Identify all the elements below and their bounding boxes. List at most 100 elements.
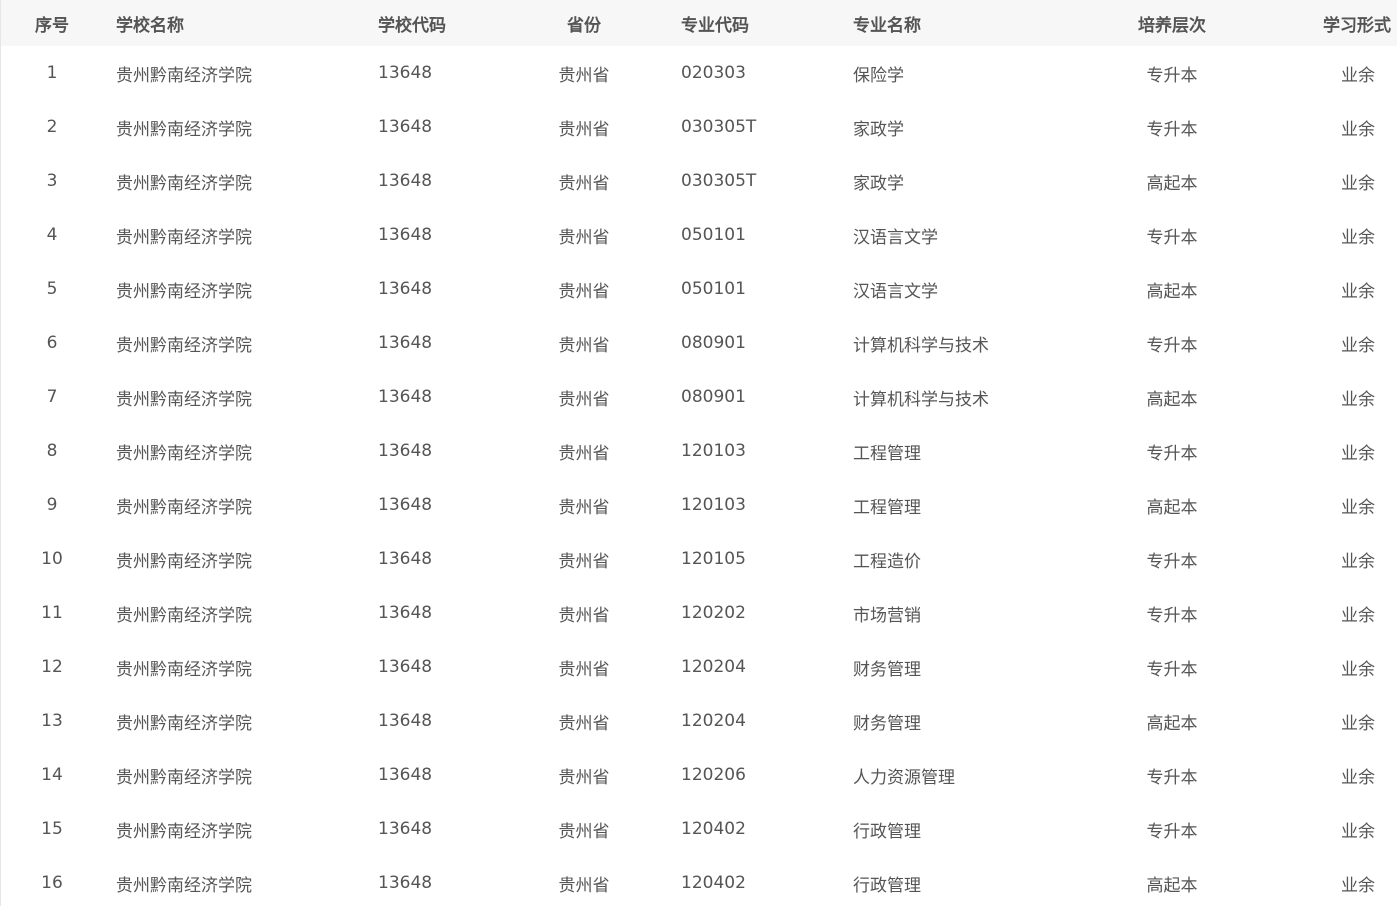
cell-school-name: 贵州黔南经济学院	[116, 821, 252, 842]
cell-major-code: 020303	[681, 63, 746, 83]
cell-index: 13	[41, 711, 63, 731]
cell-level: 专升本	[1146, 551, 1198, 572]
cell-province: 贵州省	[558, 713, 610, 734]
cell-school-code: 13648	[378, 225, 433, 245]
cell-province: 贵州省	[558, 767, 610, 788]
cell-study-mode: 业余	[1341, 875, 1375, 896]
cell-major-name: 行政管理	[853, 821, 921, 842]
cell-major-name: 计算机科学与技术	[853, 389, 989, 410]
cell-school-code: 13648	[378, 711, 433, 731]
header-province: 省份	[567, 15, 601, 36]
cell-major-code: 120402	[681, 873, 746, 893]
table-row: 15 贵州黔南经济学院 13648 贵州省 120402 行政管理 专升本 业余	[0, 802, 1397, 856]
cell-school-code: 13648	[378, 117, 433, 137]
cell-province: 贵州省	[558, 335, 610, 356]
cell-level: 高起本	[1146, 389, 1198, 410]
cell-province: 贵州省	[558, 173, 610, 194]
table-row: 11 贵州黔南经济学院 13648 贵州省 120202 市场营销 专升本 业余	[0, 586, 1397, 640]
cell-major-code: 080901	[681, 333, 746, 353]
cell-level: 专升本	[1146, 443, 1198, 464]
cell-school-name: 贵州黔南经济学院	[116, 659, 252, 680]
cell-study-mode: 业余	[1341, 821, 1375, 842]
cell-index: 9	[46, 495, 58, 515]
cell-province: 贵州省	[558, 119, 610, 140]
table-row: 10 贵州黔南经济学院 13648 贵州省 120105 工程造价 专升本 业余	[0, 532, 1397, 586]
cell-index: 16	[41, 873, 63, 893]
cell-school-code: 13648	[378, 333, 433, 353]
cell-major-code: 080901	[681, 387, 746, 407]
cell-index: 2	[46, 117, 58, 137]
cell-major-code: 120402	[681, 819, 746, 839]
cell-index: 14	[41, 765, 63, 785]
cell-school-code: 13648	[378, 603, 433, 623]
cell-school-name: 贵州黔南经济学院	[116, 767, 252, 788]
cell-study-mode: 业余	[1341, 659, 1375, 680]
cell-index: 1	[46, 63, 58, 83]
cell-province: 贵州省	[558, 281, 610, 302]
cell-major-name: 家政学	[853, 119, 904, 140]
cell-school-code: 13648	[378, 171, 433, 191]
cell-province: 贵州省	[558, 659, 610, 680]
cell-study-mode: 业余	[1341, 335, 1375, 356]
cell-index: 10	[41, 549, 63, 569]
cell-index: 8	[46, 441, 58, 461]
cell-school-code: 13648	[378, 387, 433, 407]
cell-study-mode: 业余	[1341, 227, 1375, 248]
header-row: 序号 学校名称 学校代码 省份 专业代码 专业名称 培养层次 学习形式	[0, 0, 1397, 46]
table-body: 1 贵州黔南经济学院 13648 贵州省 020303 保险学 专升本 业余 2 贵州黔南经济学院…	[0, 46, 1397, 910]
cell-province: 贵州省	[558, 227, 610, 248]
cell-study-mode: 业余	[1341, 65, 1375, 86]
cell-major-code: 050101	[681, 225, 746, 245]
cell-major-name: 计算机科学与技术	[853, 335, 989, 356]
cell-school-code: 13648	[378, 63, 433, 83]
cell-school-name: 贵州黔南经济学院	[116, 875, 252, 896]
cell-school-name: 贵州黔南经济学院	[116, 389, 252, 410]
cell-study-mode: 业余	[1341, 281, 1375, 302]
cell-province: 贵州省	[558, 551, 610, 572]
cell-level: 专升本	[1146, 119, 1198, 140]
table-row: 9 贵州黔南经济学院 13648 贵州省 120103 工程管理 高起本 业余	[0, 478, 1397, 532]
cell-province: 贵州省	[558, 605, 610, 626]
cell-major-name: 汉语言文学	[853, 281, 938, 302]
cell-province: 贵州省	[558, 389, 610, 410]
cell-major-name: 工程管理	[853, 443, 921, 464]
cell-school-code: 13648	[378, 549, 433, 569]
cell-major-code: 030305T	[681, 117, 757, 137]
cell-level: 专升本	[1146, 335, 1198, 356]
cell-major-code: 050101	[681, 279, 746, 299]
cell-major-name: 家政学	[853, 173, 904, 194]
cell-level: 专升本	[1146, 767, 1198, 788]
cell-study-mode: 业余	[1341, 605, 1375, 626]
cell-major-name: 汉语言文学	[853, 227, 938, 248]
table-row: 1 贵州黔南经济学院 13648 贵州省 020303 保险学 专升本 业余	[0, 46, 1397, 100]
header-level: 培养层次	[1138, 15, 1206, 36]
cell-study-mode: 业余	[1341, 443, 1375, 464]
header-index: 序号	[35, 15, 69, 36]
cell-level: 专升本	[1146, 227, 1198, 248]
cell-level: 专升本	[1146, 605, 1198, 626]
cell-major-name: 财务管理	[853, 659, 921, 680]
cell-major-name: 人力资源管理	[853, 767, 955, 788]
header-school-code: 学校代码	[378, 15, 446, 36]
cell-major-code: 120204	[681, 657, 746, 677]
cell-school-name: 贵州黔南经济学院	[116, 605, 252, 626]
cell-study-mode: 业余	[1341, 551, 1375, 572]
cell-major-name: 财务管理	[853, 713, 921, 734]
majors-table: 序号 学校名称 学校代码 省份 专业代码 专业名称 培养层次 学习形式 1 贵州黔…	[0, 0, 1397, 910]
cell-school-code: 13648	[378, 765, 433, 785]
cell-index: 15	[41, 819, 63, 839]
cell-school-name: 贵州黔南经济学院	[116, 173, 252, 194]
cell-level: 高起本	[1146, 281, 1198, 302]
table-row: 6 贵州黔南经济学院 13648 贵州省 080901 计算机科学与技术 专升本 业余	[0, 316, 1397, 370]
cell-index: 6	[46, 333, 58, 353]
cell-school-name: 贵州黔南经济学院	[116, 119, 252, 140]
cell-level: 专升本	[1146, 821, 1198, 842]
table-header: 序号 学校名称 学校代码 省份 专业代码 专业名称 培养层次 学习形式	[0, 0, 1397, 46]
cell-index: 3	[46, 171, 58, 191]
cell-level: 专升本	[1146, 65, 1198, 86]
cell-school-name: 贵州黔南经济学院	[116, 281, 252, 302]
header-major-code: 专业代码	[681, 15, 749, 36]
cell-index: 5	[46, 279, 58, 299]
cell-study-mode: 业余	[1341, 173, 1375, 194]
cell-major-name: 市场营销	[853, 605, 921, 626]
